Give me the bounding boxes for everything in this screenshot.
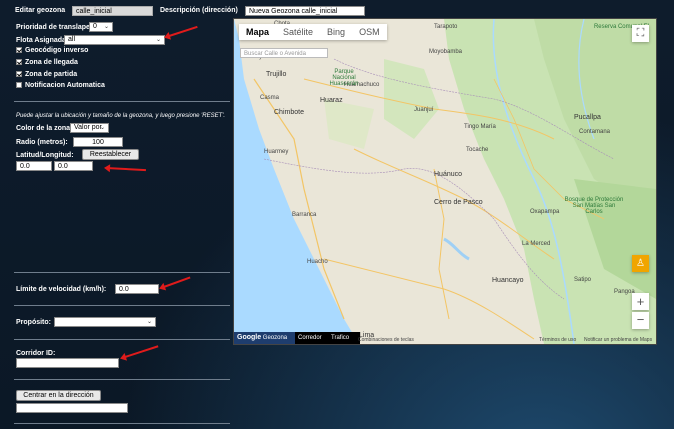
separator: [14, 379, 230, 380]
corridor-label: Corridor ID:: [16, 350, 56, 357]
tab-osm[interactable]: OSM: [352, 24, 387, 40]
map-place: Satipo: [574, 277, 592, 283]
zone-color-select[interactable]: Valor por ⌄: [70, 123, 109, 133]
purpose-label: Propósito:: [16, 319, 51, 326]
priority-label: Prioridad de translape:: [16, 24, 93, 31]
annotation-arrow: [165, 25, 198, 38]
google-logo: Google: [237, 334, 262, 341]
center-address-field[interactable]: [16, 403, 128, 413]
latlon-label: Latitud/Longitud:: [16, 152, 74, 159]
speed-limit-field[interactable]: 0.0: [115, 284, 159, 294]
geozona-button[interactable]: Google Geozona: [234, 332, 300, 344]
departure-zone-checkbox[interactable]: [16, 71, 22, 77]
map-place: Juanjuí: [414, 107, 434, 113]
reset-button[interactable]: Reestablecer: [82, 149, 139, 160]
radius-field[interactable]: 100: [73, 137, 123, 147]
map-footer: Google Geozona Corredor Trafico Combinac…: [234, 332, 656, 344]
priority-select[interactable]: 0 ⌄: [89, 22, 113, 32]
map-place: Parque Nacional Huascarán: [329, 69, 359, 87]
description-label: Descripción (dirección): [160, 7, 238, 14]
separator: [14, 339, 230, 340]
map-place: Cerro de Pasco: [434, 199, 483, 206]
map-place: Bosque de Protección San Matías San Carl…: [564, 197, 624, 215]
zone-color-value: Valor por: [74, 124, 102, 131]
longitude-field[interactable]: 0.0: [54, 161, 93, 171]
geozone-name-field[interactable]: calle_inicial: [72, 6, 153, 16]
map-place: Barranca: [292, 212, 317, 218]
purpose-select[interactable]: ⌄: [54, 317, 156, 327]
map-place: Pucallpa: [574, 114, 601, 121]
arrival-zone-label: Zona de llegada: [25, 59, 78, 66]
arrival-zone-checkbox[interactable]: [16, 59, 22, 65]
chevron-down-icon: ⌄: [155, 37, 161, 43]
geozone-editor: Editar geozona calle_inicial Descripción…: [0, 0, 674, 429]
map-place: Tocache: [466, 147, 489, 153]
map-place: La Merced: [522, 241, 551, 247]
annotation-arrow: [105, 167, 146, 172]
map-place: Contamana: [579, 129, 611, 135]
description-field[interactable]: Nueva Geozona calle_inicial: [245, 6, 365, 16]
auto-notify-label: Notificacion Automatica: [25, 82, 105, 89]
map-place: Tingo María: [464, 124, 496, 130]
geocode-reverse-label: Geocódigo inverso: [25, 47, 89, 54]
hint-text: Puede ajustar la ubicación y tamaño de l…: [16, 113, 226, 119]
map-place: Tarapoto: [434, 24, 458, 30]
fleet-label: Flota Asignada: [16, 37, 66, 44]
map-place: Huánuco: [434, 171, 463, 178]
fullscreen-icon[interactable]: ⛶: [632, 25, 649, 42]
separator: [14, 272, 230, 273]
terms-link[interactable]: Términos de uso: [539, 337, 576, 343]
street-view-pegman-icon[interactable]: ♙: [632, 255, 649, 272]
chevron-down-icon: ⌄: [99, 125, 105, 131]
annotation-arrow: [160, 276, 191, 289]
geocode-reverse-checkbox[interactable]: [16, 47, 22, 53]
map-place: Chimbote: [274, 109, 304, 116]
radius-label: Radio (metros):: [16, 139, 68, 146]
corridor-field[interactable]: [16, 358, 119, 368]
auto-notify-checkbox[interactable]: [16, 82, 22, 88]
fleet-select[interactable]: all ⌄: [64, 35, 165, 45]
chevron-down-icon: ⌄: [146, 319, 152, 325]
separator: [14, 305, 230, 306]
map-place: Huacho: [307, 259, 328, 265]
fleet-value: all: [68, 36, 76, 43]
map-search-input[interactable]: Buscar Calle o Avenida: [240, 48, 328, 58]
keyboard-shortcuts-link[interactable]: Combinaciones de teclas: [358, 337, 414, 343]
latitude-field[interactable]: 0.0: [16, 161, 52, 171]
zoom-in-icon[interactable]: +: [632, 293, 649, 310]
map-terrain: [234, 19, 656, 344]
zoom-out-icon[interactable]: −: [632, 312, 649, 329]
tab-satelite[interactable]: Satélite: [276, 24, 320, 40]
chevron-down-icon: ⌄: [103, 24, 109, 30]
departure-zone-label: Zona de partida: [25, 71, 78, 78]
report-problem-link[interactable]: Notificar un problema de Maps: [584, 337, 652, 343]
speed-limit-label: Límite de velocidad (km/h):: [16, 286, 107, 293]
separator: [14, 423, 230, 424]
separator: [14, 101, 230, 102]
geozona-label: Geozona: [262, 335, 288, 341]
tab-mapa[interactable]: Mapa: [239, 24, 276, 40]
edit-geozone-label: Editar geozona: [15, 7, 66, 14]
map-type-tabs: Mapa Satélite Bing OSM: [239, 24, 387, 40]
center-address-button[interactable]: Centrar en la dirección: [16, 390, 101, 401]
annotation-arrow: [121, 345, 159, 359]
map-place: Moyobamba: [429, 49, 463, 55]
zone-color-label: Color de la zona:: [16, 125, 73, 132]
tab-bing[interactable]: Bing: [320, 24, 352, 40]
map-place: Trujillo: [266, 71, 287, 78]
map-place: Huancayo: [492, 277, 524, 284]
map-place: Oxapampa: [530, 209, 560, 215]
map-place: Casma: [260, 95, 280, 101]
trafico-button[interactable]: Trafico: [328, 332, 360, 344]
map-place: Huarmey: [264, 149, 289, 155]
priority-value: 0: [93, 23, 97, 30]
map-place: Huaraz: [320, 97, 343, 104]
map-view[interactable]: Cajamarca Chota Trujillo Huamachuco Parq…: [233, 18, 657, 345]
